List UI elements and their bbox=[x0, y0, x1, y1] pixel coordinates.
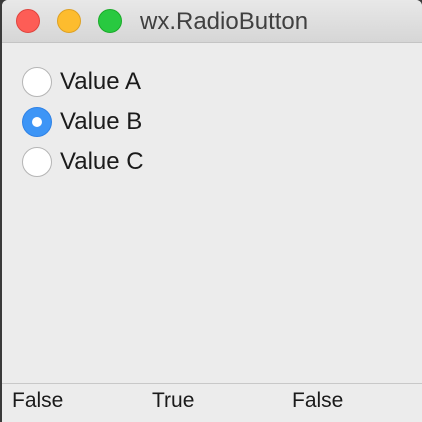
radio-label-a[interactable]: Value A bbox=[60, 68, 141, 96]
radio-option-c[interactable]: Value C bbox=[22, 145, 144, 179]
window-title: wx.RadioButton bbox=[140, 8, 309, 35]
title-bar[interactable]: wx.RadioButton bbox=[2, 0, 422, 43]
radio-option-b[interactable]: Value B bbox=[22, 105, 142, 139]
radio-button-a[interactable] bbox=[22, 67, 52, 97]
radio-selected-dot-icon bbox=[32, 117, 42, 127]
status-field-3: False bbox=[292, 389, 344, 412]
zoom-window-button[interactable] bbox=[98, 9, 122, 33]
minimize-window-button[interactable] bbox=[57, 9, 81, 33]
status-field-2: True bbox=[152, 389, 195, 412]
radio-label-b[interactable]: Value B bbox=[60, 108, 142, 136]
status-field-1: False bbox=[12, 389, 64, 412]
radio-button-b[interactable] bbox=[22, 107, 52, 137]
radio-label-c[interactable]: Value C bbox=[60, 148, 144, 176]
radio-button-c[interactable] bbox=[22, 147, 52, 177]
status-bar: False True False bbox=[2, 383, 422, 422]
app-window: wx.RadioButton Value A Value B Value C F… bbox=[2, 0, 422, 422]
radio-option-a[interactable]: Value A bbox=[22, 65, 141, 99]
close-window-button[interactable] bbox=[16, 9, 40, 33]
